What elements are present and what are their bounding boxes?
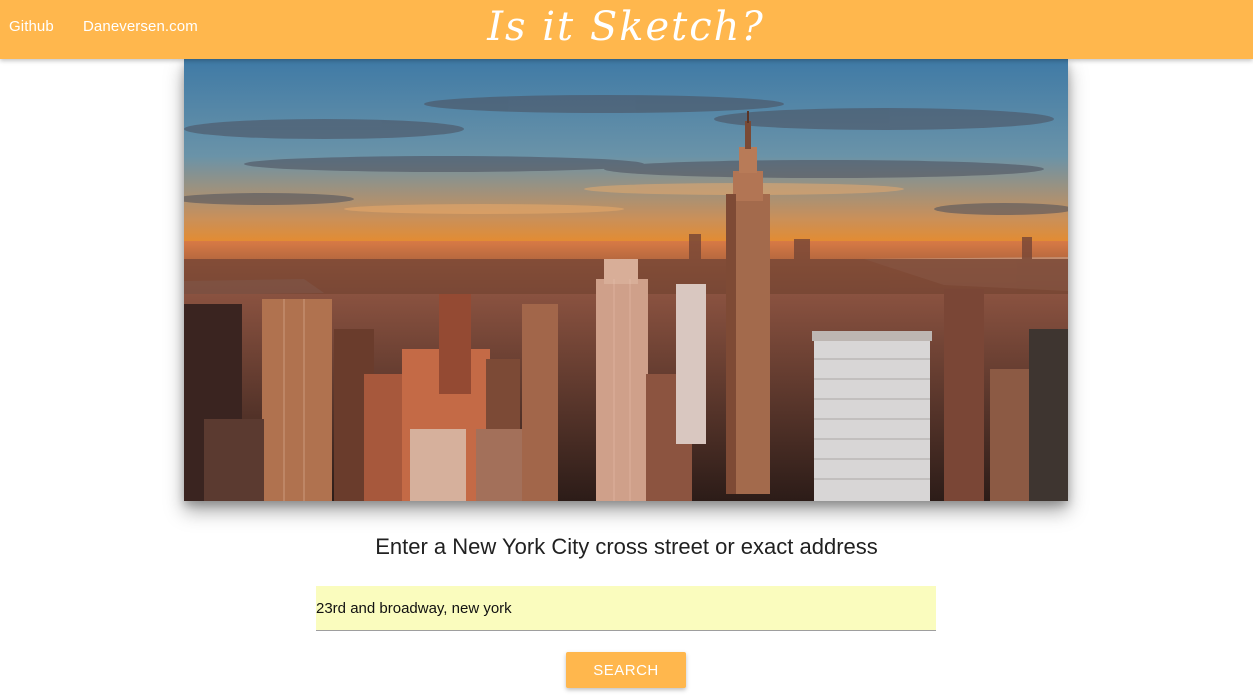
address-input[interactable]: [316, 586, 936, 631]
skyline-illustration: [184, 59, 1068, 501]
hero-city-skyline-image: [184, 59, 1068, 501]
nav-link-daneversen[interactable]: Daneversen.com: [83, 18, 198, 35]
top-navbar: Github Daneversen.com Is it Sketch?: [0, 0, 1253, 59]
address-prompt: Enter a New York City cross street or ex…: [375, 534, 878, 559]
brand-logo-title[interactable]: Is it Sketch?: [487, 2, 765, 52]
nav-link-github[interactable]: Github: [9, 18, 54, 35]
search-button[interactable]: SEARCH: [566, 652, 686, 688]
